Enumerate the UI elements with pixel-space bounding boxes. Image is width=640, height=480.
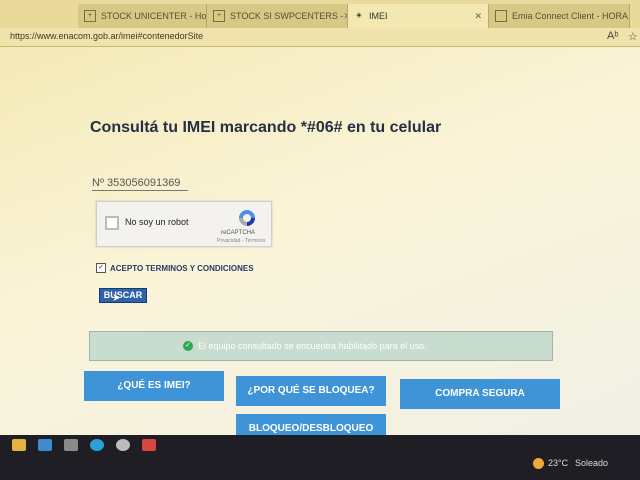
edge-icon[interactable] bbox=[90, 439, 104, 451]
page-title: Consultá tu IMEI marcando *#06# en tu ce… bbox=[90, 119, 442, 136]
weather-condition[interactable]: Soleado bbox=[575, 458, 608, 468]
captcha-checkbox[interactable] bbox=[105, 216, 119, 230]
captcha-label: No soy un robot bbox=[125, 217, 189, 227]
enacom-icon: ◈ bbox=[356, 12, 362, 19]
browser-tab-bar: + STOCK UNICENTER - Hojas d + STOCK SI S… bbox=[0, 0, 640, 28]
tab-emia-connect[interactable]: Emia Connect Client - HORA ✕ bbox=[489, 4, 630, 28]
file-explorer-icon[interactable] bbox=[12, 439, 26, 451]
status-banner: ✓ El equipo consultado se encuentra habi… bbox=[89, 331, 553, 361]
search-button[interactable]: BUSCAR bbox=[99, 288, 147, 303]
tab-label: STOCK SI SWPCENTERS - bbox=[230, 11, 344, 21]
favorite-star-icon[interactable]: ☆ bbox=[628, 30, 638, 43]
tab-stock-unicenter[interactable]: + STOCK UNICENTER - Hojas d bbox=[78, 4, 207, 28]
captcha-privacy-terms[interactable]: Privacidad - Términos bbox=[217, 238, 266, 244]
por-que-se-bloquea-button[interactable]: ¿POR QUÉ SE BLOQUEA? bbox=[236, 376, 386, 406]
terms-checkbox[interactable]: ✓ bbox=[96, 263, 106, 273]
tab-label: IMEI bbox=[369, 11, 388, 21]
app-icon[interactable] bbox=[116, 439, 130, 451]
status-message: El equipo consultado se encuentra habili… bbox=[198, 341, 427, 351]
tab-stock-swpcenters[interactable]: + STOCK SI SWPCENTERS - ✕ bbox=[207, 4, 348, 28]
page-content: Consultá tu IMEI marcando *#06# en tu ce… bbox=[0, 47, 640, 444]
sheets-icon: + bbox=[213, 10, 225, 22]
sheets-icon: + bbox=[84, 10, 96, 22]
sun-icon bbox=[533, 458, 544, 469]
store-icon[interactable] bbox=[38, 439, 52, 451]
close-icon[interactable]: ✕ bbox=[628, 11, 629, 22]
windows-taskbar: 23°C Soleado bbox=[0, 435, 640, 480]
tab-imei[interactable]: ◈ IMEI ✕ bbox=[348, 4, 489, 28]
imei-input[interactable]: Nº 353056091369 bbox=[92, 177, 188, 191]
compra-segura-button[interactable]: COMPRA SEGURA bbox=[400, 379, 560, 409]
read-aloud-icon[interactable]: Aᵇ bbox=[607, 30, 619, 42]
cursor-icon: ➤ bbox=[112, 292, 122, 304]
office-icon[interactable] bbox=[142, 439, 156, 451]
page-icon bbox=[495, 10, 507, 22]
recaptcha-logo-icon bbox=[239, 210, 255, 226]
weather-temperature[interactable]: 23°C bbox=[548, 458, 568, 468]
terms-label: ACEPTO TERMINOS Y CONDICIONES bbox=[110, 263, 254, 273]
url-text[interactable]: https://www.enacom.gob.ar/imei#contenedo… bbox=[10, 31, 203, 41]
address-bar[interactable]: https://www.enacom.gob.ar/imei#contenedo… bbox=[0, 28, 640, 47]
recaptcha-widget[interactable]: No soy un robot reCAPTCHA Privacidad - T… bbox=[96, 201, 272, 247]
terms-checkbox-row[interactable]: ✓ ACEPTO TERMINOS Y CONDICIONES bbox=[96, 263, 254, 273]
tab-label: Emia Connect Client - HORA bbox=[512, 11, 629, 21]
close-icon[interactable]: ✕ bbox=[474, 11, 482, 22]
captcha-brand: reCAPTCHA bbox=[221, 230, 256, 236]
check-circle-icon: ✓ bbox=[183, 341, 193, 351]
que-es-imei-button[interactable]: ¿QUÉ ES IMEI? bbox=[84, 371, 224, 401]
calculator-icon[interactable] bbox=[64, 439, 78, 451]
tab-label: STOCK UNICENTER - Hojas d bbox=[101, 11, 207, 21]
